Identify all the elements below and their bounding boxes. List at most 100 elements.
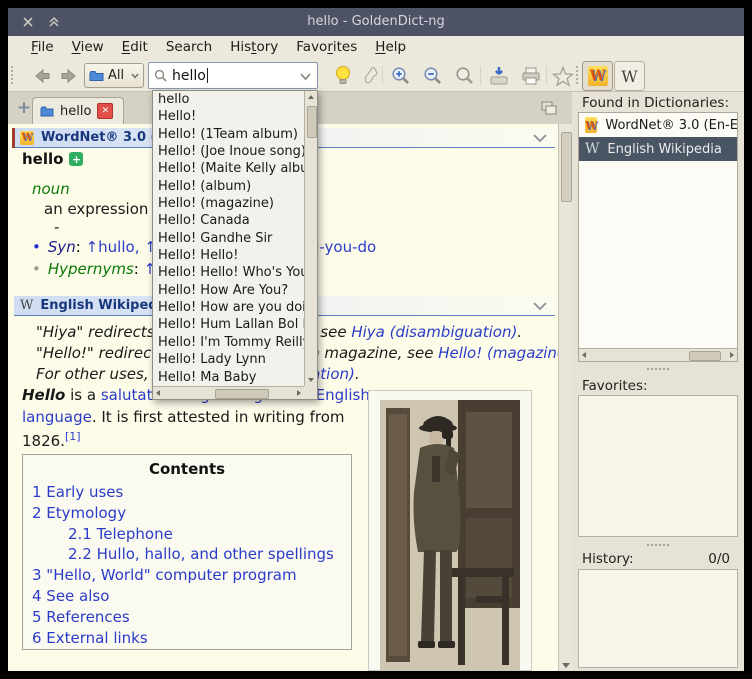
active-article-marker [12, 128, 15, 148]
favorites-panel[interactable] [578, 395, 738, 537]
suggestion-item[interactable]: Hello! Lady Lynn [153, 351, 304, 368]
reference-link[interactable]: [1] [65, 430, 81, 443]
splitter-handle[interactable] [647, 544, 669, 546]
toc-link[interactable]: 3 "Hello, World" computer program [32, 565, 351, 586]
print-button[interactable] [518, 63, 544, 89]
history-count: 0/0 [708, 551, 730, 567]
dictionary-item-wikipedia[interactable]: W English Wikipedia [579, 137, 737, 161]
intro-paragraph-line: language. It is first attested in writin… [22, 408, 344, 426]
contents-title: Contents [23, 460, 351, 478]
search-icon [154, 69, 167, 82]
forward-icon [60, 68, 79, 84]
popup-horizontal-scrollbar[interactable] [153, 386, 304, 399]
wordnet-dict-button[interactable]: W [582, 61, 613, 91]
highlight-button[interactable] [358, 63, 384, 89]
suggestion-item[interactable]: Hello! (magazine) [153, 195, 304, 212]
new-tab-button[interactable]: + [14, 98, 34, 118]
scroll-up-icon[interactable] [308, 95, 314, 99]
collapse-chevron-icon[interactable] [533, 134, 547, 143]
suggestion-item[interactable]: Hello! How Are You? [153, 282, 304, 299]
tab-list-icon[interactable] [540, 100, 558, 120]
part-of-speech: noun [32, 180, 70, 198]
dictionary-item-wordnet[interactable]: W WordNet® 3.0 (En-E [579, 113, 737, 137]
article-scrollbar[interactable] [558, 124, 572, 671]
back-button[interactable] [28, 63, 54, 89]
hatnote-link[interactable]: Hiya (disambiguation) [351, 323, 517, 341]
toolbar-drag-handle[interactable] [11, 66, 13, 84]
suggestion-item[interactable]: Hello! I'm Tommy Reilly [153, 334, 304, 351]
menu-item[interactable]: History [221, 36, 287, 59]
scrollbar-thumb[interactable] [307, 106, 317, 138]
history-label: History: [582, 551, 634, 567]
scroll-left-icon[interactable] [156, 390, 160, 396]
wordnet-icon: W [585, 117, 597, 133]
add-headword-to-favorites-icon[interactable]: + [69, 152, 83, 166]
scrollbar-thumb[interactable] [561, 132, 572, 202]
suggestion-item[interactable]: Hello! Gandhe Sir [153, 230, 304, 247]
menu-item[interactable]: Favorites [287, 36, 366, 59]
toc-link[interactable]: 2.2 Hullo, hallo, and other spellings [32, 544, 351, 565]
close-tab-icon[interactable]: ✕ [97, 103, 113, 119]
scrollbar-thumb[interactable] [215, 389, 269, 399]
menu-item[interactable]: File [22, 36, 63, 59]
scroll-right-icon[interactable] [297, 390, 301, 396]
zoom-in-icon [391, 66, 411, 86]
splitter-handle[interactable] [647, 368, 669, 370]
toc-link[interactable]: 6 External links [32, 628, 351, 649]
print-icon [521, 67, 541, 85]
menu-item[interactable]: View [63, 36, 113, 59]
suggestion-item[interactable]: Hello! (1Team album) [153, 126, 304, 143]
search-history-dropdown[interactable] [300, 66, 311, 85]
scroll-down-icon[interactable] [308, 378, 314, 382]
menubar: FileViewEditSearchHistoryFavoritesHelp [8, 36, 744, 59]
right-sidebar: Found in Dictionaries: W WordNet® 3.0 (E… [572, 92, 744, 671]
history-panel[interactable] [578, 569, 738, 668]
toc-link[interactable]: 5 References [32, 607, 351, 628]
add-to-favorites-button[interactable] [550, 63, 576, 89]
menu-item[interactable]: Help [366, 36, 415, 59]
zoom-reset-button[interactable] [452, 63, 478, 89]
hatnote-link[interactable]: Hello! (magazine) [438, 344, 572, 362]
search-input[interactable]: hello [148, 62, 318, 89]
collapse-chevron-icon[interactable] [533, 302, 547, 311]
titlebar[interactable]: hello - GoldenDict-ng [8, 8, 744, 36]
tab-hello[interactable]: hello ✕ [32, 97, 124, 124]
suggestion-item[interactable]: Hello! Hello! Who's Your L [153, 264, 304, 281]
chevron-down-icon [131, 73, 139, 79]
scroll-right-icon[interactable] [730, 352, 734, 358]
list-horizontal-scrollbar[interactable] [579, 348, 737, 361]
suggestion-item[interactable]: hello [153, 91, 304, 108]
wikipedia-dict-button[interactable]: W [614, 61, 645, 91]
marker-pen-icon [362, 66, 380, 86]
main-toolbar: All hello [8, 59, 744, 92]
scroll-left-icon[interactable] [582, 352, 586, 358]
suggestion-item[interactable]: Hello! (Joe Inoue song) [153, 143, 304, 160]
toc-link[interactable]: 2.1 Telephone [32, 524, 351, 545]
suggestion-item[interactable]: Hello! Ma Baby [153, 369, 304, 386]
zoom-out-button[interactable] [420, 63, 446, 89]
suggestion-item[interactable]: Hello! Canada [153, 212, 304, 229]
menu-item[interactable]: Edit [113, 36, 157, 59]
suggestion-item[interactable]: Hello! (Maite Kelly album [153, 160, 304, 177]
suggestion-item[interactable]: Hello! [153, 108, 304, 125]
suggestion-item[interactable]: Hello! Hum Lallan Bol Ral [153, 316, 304, 333]
scroll-down-icon[interactable] [562, 663, 570, 668]
dictionary-group-select[interactable]: All [84, 63, 144, 88]
suggestion-item[interactable]: Hello! (album) [153, 178, 304, 195]
save-article-button[interactable] [486, 63, 512, 89]
toc-link[interactable]: 1 Early uses [32, 482, 351, 503]
menu-item[interactable]: Search [157, 36, 221, 59]
example-dash: - [54, 218, 59, 236]
forward-button[interactable] [56, 63, 82, 89]
toc-link[interactable]: 4 See also [32, 586, 351, 607]
scrollbar-thumb[interactable] [689, 351, 721, 361]
suggestion-item[interactable]: Hello! Hello! [153, 247, 304, 264]
wikipedia-icon: W [585, 141, 599, 157]
intro-link[interactable]: language [22, 408, 92, 426]
toc-link[interactable]: 2 Etymology [32, 503, 351, 524]
suggestion-item[interactable]: Hello! How are you doing [153, 299, 304, 316]
zoom-in-button[interactable] [388, 63, 414, 89]
dictbar-drag-handle[interactable] [576, 66, 578, 84]
popup-vertical-scrollbar[interactable] [304, 91, 317, 386]
pronounce-word-button[interactable] [330, 63, 356, 89]
